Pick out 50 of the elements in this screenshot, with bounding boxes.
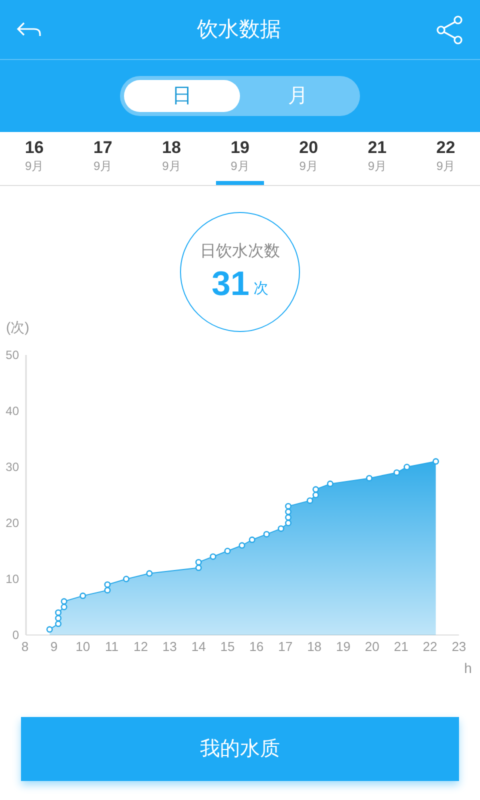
data-point: [432, 458, 440, 465]
x-tick-label: 21: [394, 639, 408, 654]
y-tick-label: 20: [6, 516, 19, 530]
y-tick-label: 40: [6, 404, 19, 418]
x-tick-label: 20: [364, 639, 380, 654]
x-tick-label: 16: [249, 639, 264, 654]
data-point: [326, 480, 334, 488]
data-point: [238, 542, 246, 549]
x-tick-label: 13: [162, 639, 177, 654]
date-tab[interactable]: 16 9月: [10, 132, 59, 185]
date-tab[interactable]: 22 9月: [421, 132, 470, 185]
date-tab[interactable]: 19 9月: [216, 132, 264, 185]
x-tick-label: 18: [307, 639, 322, 654]
date-tab[interactable]: 18 9月: [147, 132, 196, 185]
y-tick-label: 50: [6, 348, 19, 362]
x-tick-label: 23: [452, 639, 466, 654]
x-tick-label: 19: [336, 639, 350, 654]
data-point: [263, 530, 270, 538]
x-tick-label: 9: [50, 639, 58, 654]
x-tick-label: 17: [278, 639, 293, 654]
date-tab[interactable]: 20 9月: [284, 132, 333, 185]
data-point: [123, 576, 130, 582]
data-point: [146, 570, 153, 577]
x-tick-label: 8: [21, 639, 29, 654]
count-value: 31: [212, 264, 250, 304]
x-tick-label: 10: [76, 639, 90, 654]
x-tick-label: 22: [422, 639, 438, 654]
data-point: [394, 469, 400, 476]
data-point: [248, 536, 256, 544]
count-unit: 次: [253, 278, 268, 298]
data-point: [210, 553, 216, 560]
page-title: 饮水数据: [197, 16, 281, 43]
date-tab[interactable]: 21 9月: [352, 132, 402, 185]
x-tick-label: 12: [133, 639, 148, 654]
date-tab[interactable]: 17 9月: [78, 132, 128, 185]
y-tick-label: 10: [6, 572, 19, 586]
data-point: [404, 464, 410, 470]
share-icon[interactable]: [436, 14, 464, 44]
data-point: [46, 626, 53, 633]
data-point: [80, 592, 86, 600]
x-axis-label: h: [464, 660, 472, 676]
y-tick-label: 0: [12, 628, 19, 642]
y-tick-label: 30: [6, 460, 19, 474]
count-label: 日饮水次数: [200, 242, 280, 262]
x-tick-label: 15: [220, 639, 235, 654]
data-point: [224, 548, 231, 554]
y-axis-label: (次): [6, 320, 30, 335]
x-tick-label: 14: [191, 639, 206, 654]
data-point: [366, 474, 373, 482]
x-tick-label: 11: [105, 639, 119, 654]
